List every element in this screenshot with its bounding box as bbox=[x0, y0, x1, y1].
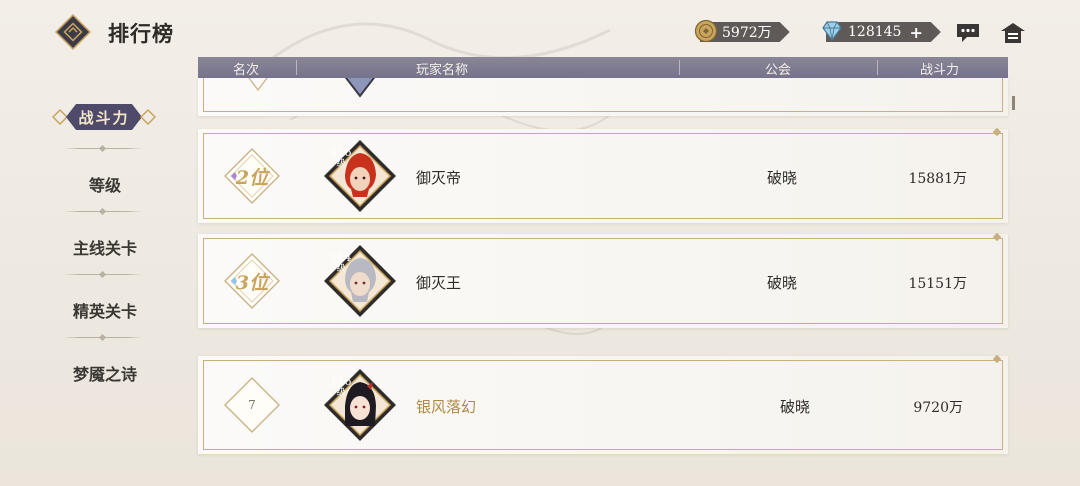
home-icon[interactable] bbox=[1000, 22, 1026, 44]
tab-combat-power[interactable]: 战斗力 bbox=[52, 104, 156, 130]
sidebar-divider bbox=[64, 148, 142, 149]
player-level: 116 bbox=[330, 375, 352, 388]
chat-icon[interactable] bbox=[955, 22, 981, 44]
col-header-rank: 名次 bbox=[233, 63, 260, 78]
col-header-guild: 公会 bbox=[765, 63, 792, 78]
table-header: 名次 玩家名称 公会 战斗力 bbox=[198, 57, 1008, 78]
gold-currency[interactable]: 5972万 bbox=[694, 19, 790, 43]
tab-nightmare-poem[interactable]: 梦魇之诗 bbox=[50, 361, 160, 385]
diamond-ornament-icon bbox=[52, 109, 68, 125]
combat-power: 9720万 bbox=[913, 400, 963, 416]
self-rank-row[interactable]: 7 116 级 银风落幻 破晓 9720万 bbox=[198, 354, 1008, 454]
rank-label: 3位 bbox=[235, 272, 269, 294]
list-scrollbar[interactable] bbox=[1012, 96, 1015, 110]
col-header-player-name: 玩家名称 bbox=[416, 63, 469, 78]
player-level-unit: 级 bbox=[336, 159, 346, 169]
gem-icon bbox=[822, 21, 842, 41]
player-level: 116 bbox=[330, 146, 352, 159]
table-row[interactable]: 3位 114 级 御灭王 破晓 15151万 bbox=[198, 232, 1008, 328]
guild-name: 破晓 bbox=[767, 274, 798, 292]
sidebar-divider bbox=[64, 211, 142, 212]
gem-currency[interactable]: 128145 + bbox=[822, 21, 941, 43]
guild-name: 破晓 bbox=[780, 398, 811, 416]
tab-level[interactable]: 等级 bbox=[50, 172, 160, 196]
combat-power: 15881万 bbox=[908, 171, 967, 187]
diamond-ornament-icon bbox=[140, 109, 156, 125]
combat-power: 15151万 bbox=[908, 276, 967, 292]
player-name: 御灭王 bbox=[416, 274, 462, 292]
add-gem-button[interactable]: + bbox=[909, 23, 922, 42]
gold-coin-icon bbox=[694, 19, 718, 43]
col-header-power: 战斗力 bbox=[920, 63, 960, 78]
player-level-unit: 级 bbox=[336, 388, 346, 398]
player-name: 御灭帝 bbox=[416, 169, 462, 187]
gem-amount: 128145 bbox=[848, 24, 902, 40]
rank-label: 2位 bbox=[235, 167, 269, 189]
table-row[interactable]: 2位 116 级 御灭帝 破晓 15881万 bbox=[198, 127, 1008, 223]
sidebar-divider bbox=[64, 337, 142, 338]
table-row-partial bbox=[198, 70, 1008, 116]
tab-combat-power-label: 战斗力 bbox=[66, 104, 142, 130]
self-player-name: 银风落幻 bbox=[416, 398, 477, 416]
tab-main-stage[interactable]: 主线关卡 bbox=[50, 235, 160, 259]
player-level-unit: 级 bbox=[336, 264, 346, 274]
player-level: 114 bbox=[330, 251, 352, 264]
sidebar-divider bbox=[64, 274, 142, 275]
self-rank: 7 bbox=[248, 398, 256, 412]
page-title: 排行榜 bbox=[108, 21, 174, 46]
leaderboard-logo-icon bbox=[53, 12, 93, 52]
tab-elite-stage[interactable]: 精英关卡 bbox=[50, 298, 160, 322]
guild-name: 破晓 bbox=[767, 169, 798, 187]
